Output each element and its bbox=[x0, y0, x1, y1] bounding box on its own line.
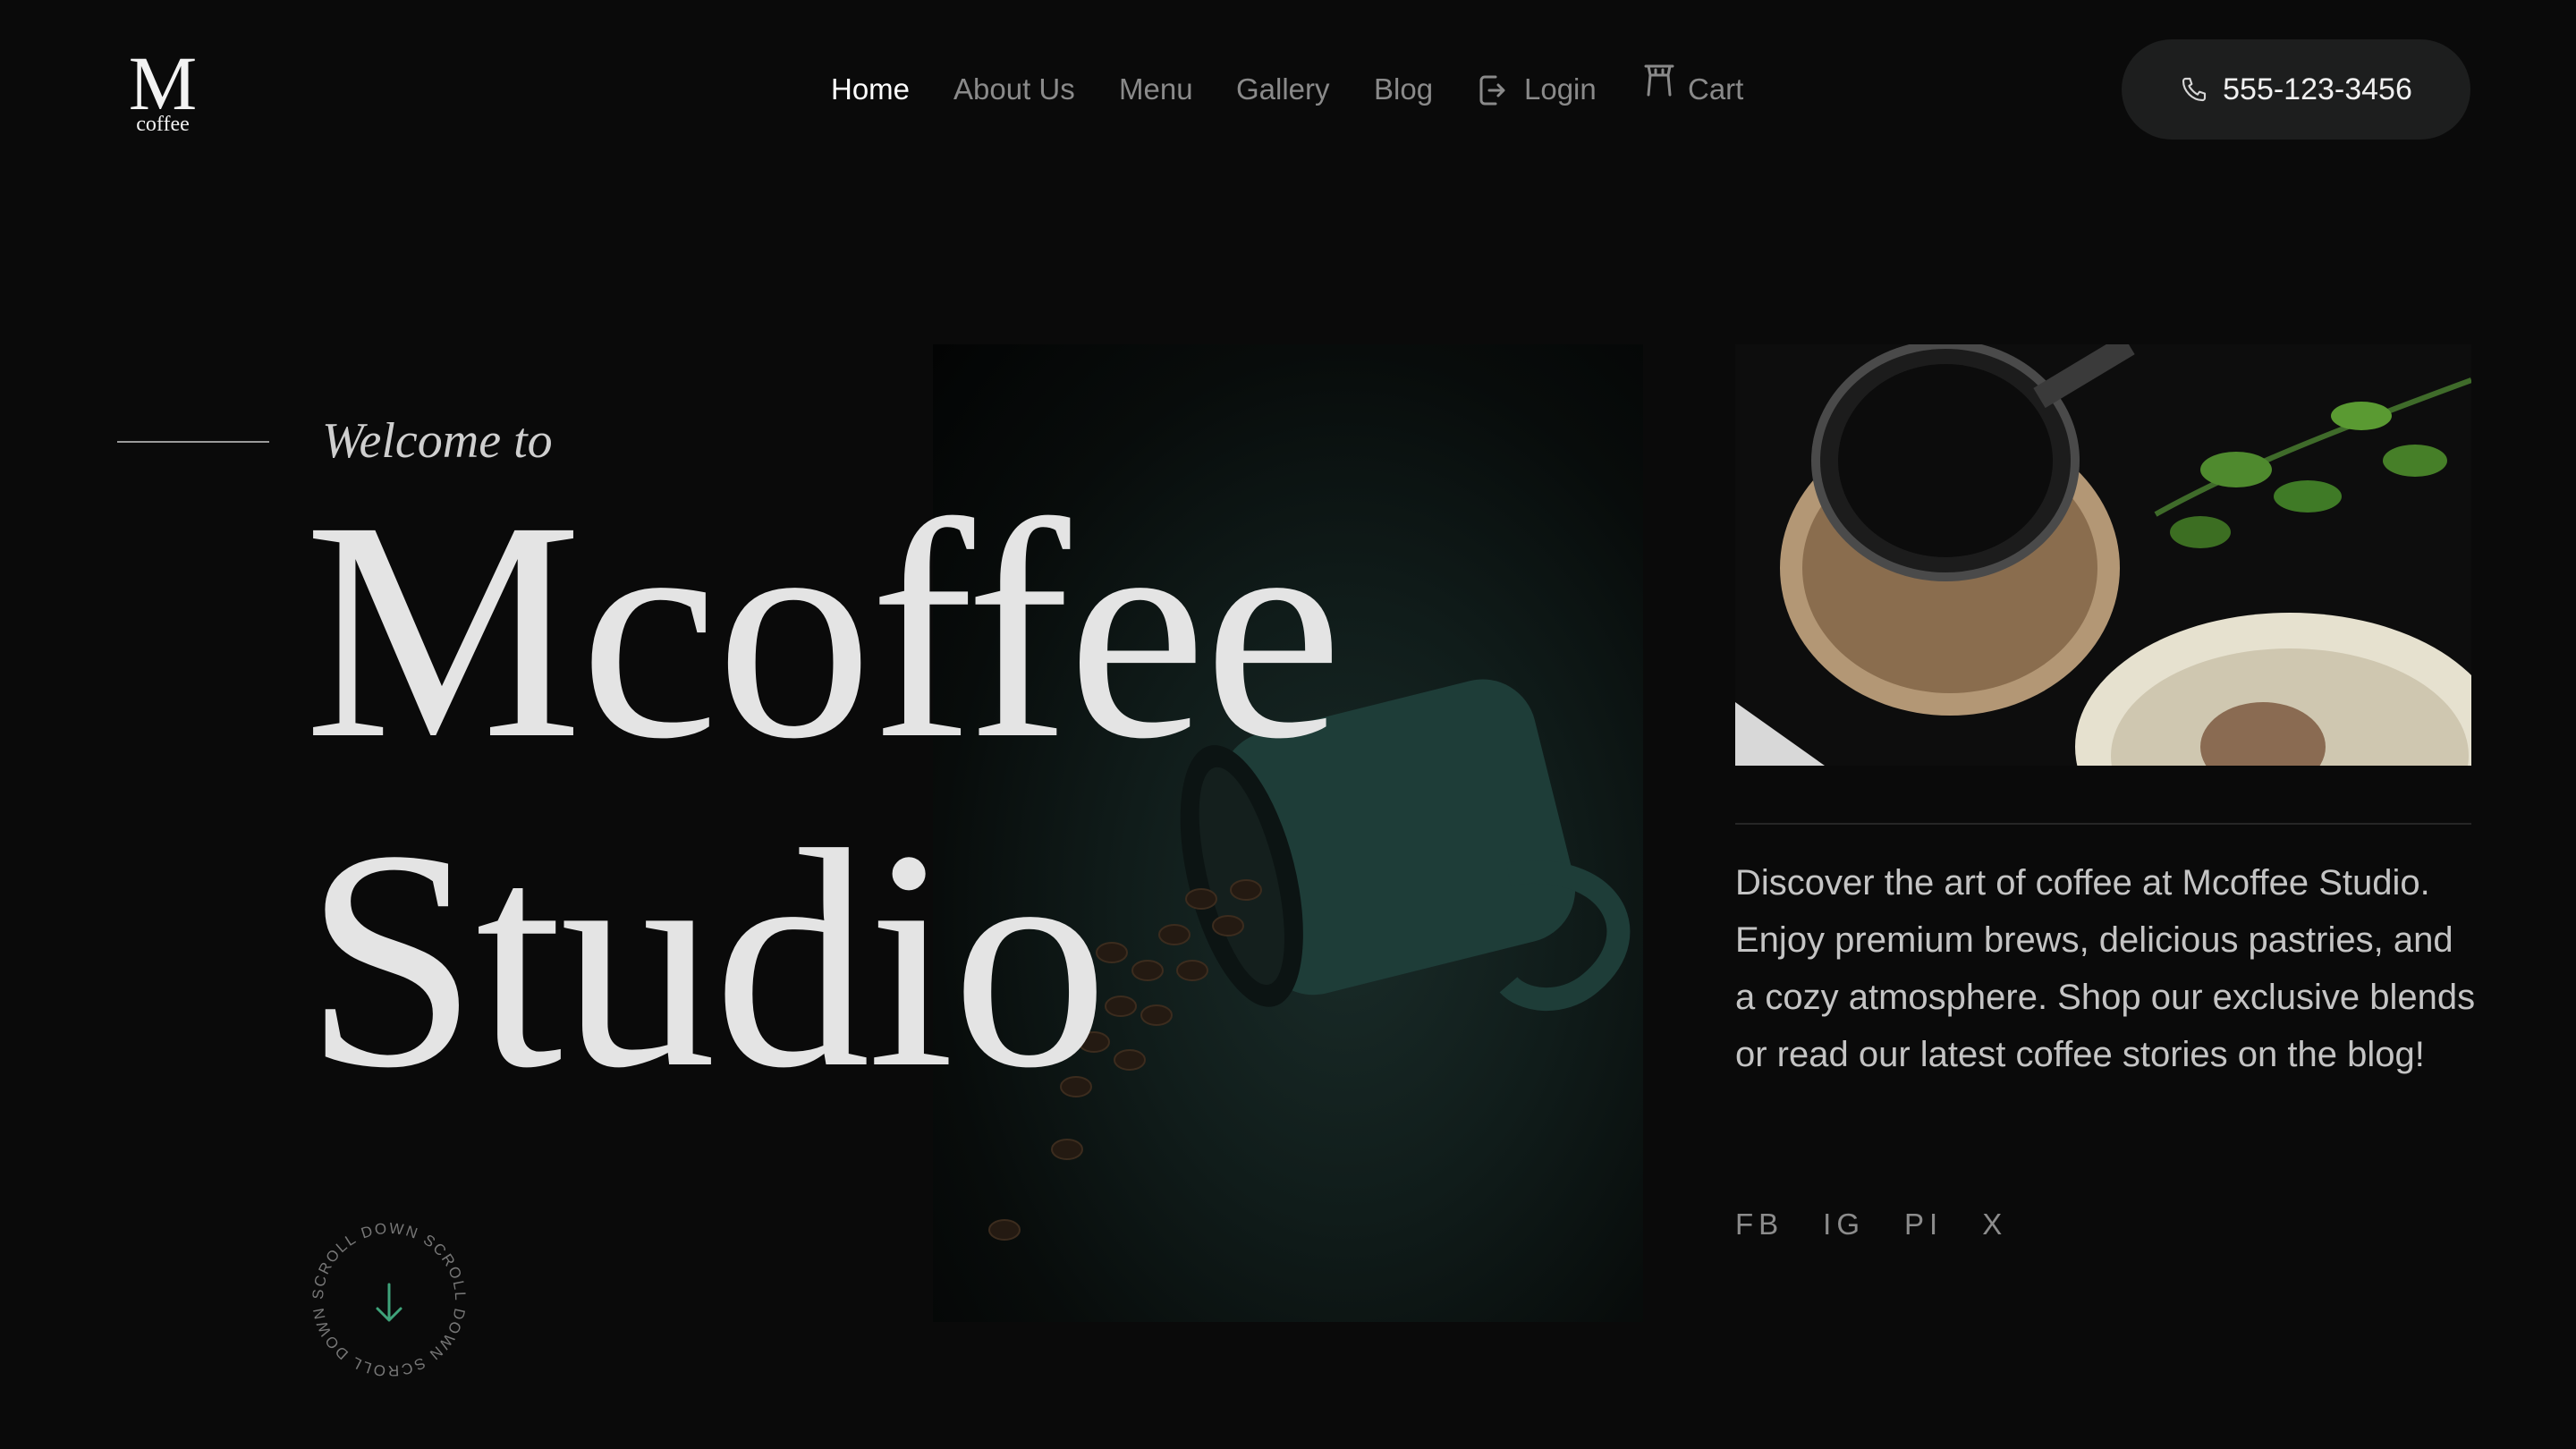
nav-menu[interactable]: Menu bbox=[1119, 66, 1193, 113]
arrow-down-icon bbox=[376, 1283, 402, 1322]
coffee-pot-photo bbox=[1735, 344, 2471, 766]
hero-title: Mcoffee Studio bbox=[304, 456, 1343, 1132]
nav-gallery[interactable]: Gallery bbox=[1236, 66, 1330, 113]
nav-home[interactable]: Home bbox=[831, 66, 910, 113]
description-text: Discover the art of coffee at Mcoffee St… bbox=[1735, 863, 2476, 1074]
social-links: FB IG PI X bbox=[1735, 1208, 2007, 1241]
phone-button[interactable]: 555-123-3456 bbox=[2122, 39, 2470, 140]
nav-blog[interactable]: Blog bbox=[1374, 66, 1433, 113]
coffee-pot-illustration bbox=[1735, 344, 2471, 766]
social-pinterest[interactable]: PI bbox=[1904, 1208, 1943, 1241]
phone-icon bbox=[2182, 77, 2207, 102]
cart-icon[interactable] bbox=[1642, 63, 1676, 98]
nav-login[interactable]: Login bbox=[1524, 66, 1597, 113]
nav-cart[interactable]: Cart bbox=[1688, 66, 1743, 113]
hero-title-line-2: Studio bbox=[304, 785, 1108, 1132]
nav-about-us[interactable]: About Us bbox=[953, 66, 1075, 113]
social-instagram[interactable]: IG bbox=[1823, 1208, 1865, 1241]
phone-number: 555-123-3456 bbox=[2223, 72, 2412, 106]
login-icon[interactable] bbox=[1478, 73, 1506, 107]
hero-title-line-1: Mcoffee bbox=[304, 456, 1343, 803]
welcome-divider bbox=[117, 441, 269, 443]
description-divider bbox=[1735, 823, 2471, 825]
social-facebook[interactable]: FB bbox=[1735, 1208, 1784, 1241]
scroll-down-button[interactable]: SCROLL DOWN SCROLL DOWN SCROLL DOWN bbox=[304, 1215, 474, 1385]
social-x[interactable]: X bbox=[1982, 1208, 2007, 1241]
